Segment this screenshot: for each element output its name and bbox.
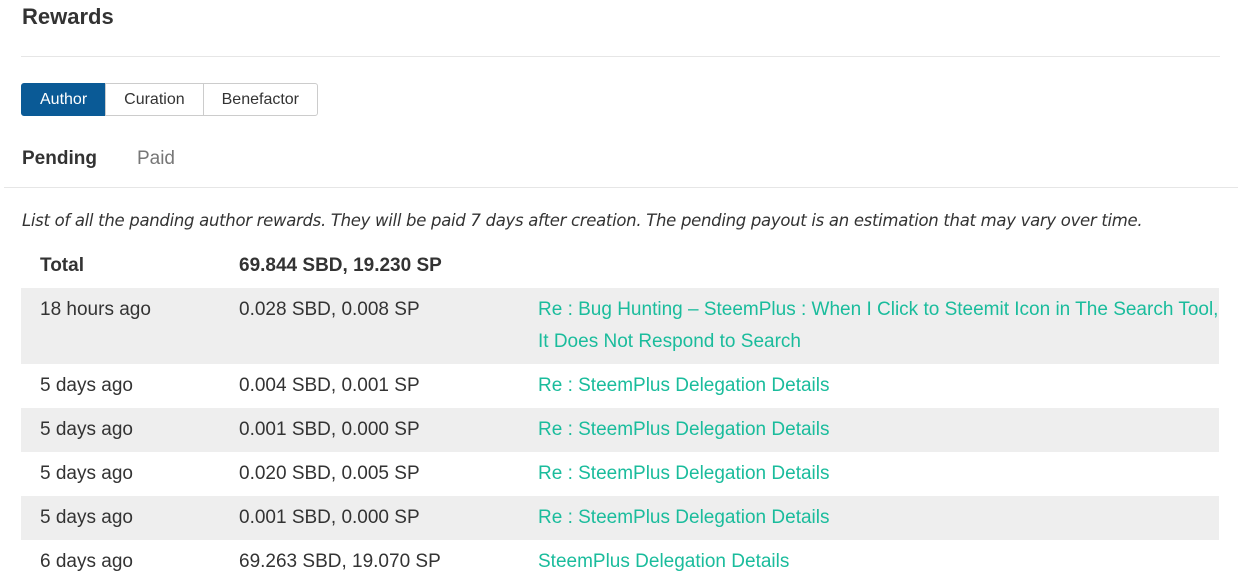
tab-pending[interactable]: Pending [22,146,97,172]
tab-paid[interactable]: Paid [137,146,175,172]
title-divider [21,56,1220,57]
total-row: Total 69.844 SBD, 19.230 SP [21,244,1219,288]
reward-amount: 0.001 SBD, 0.000 SP [239,507,420,528]
post-link[interactable]: Re : Bug Hunting – SteemPlus : When I Cl… [538,299,1218,352]
tab-curation[interactable]: Curation [105,83,204,116]
post-link[interactable]: Re : SteemPlus Delegation Details [538,375,829,396]
page-title: Rewards [22,4,114,29]
total-label: Total [40,255,84,276]
total-empty-cell [519,244,1219,288]
reward-amount: 0.001 SBD, 0.000 SP [239,419,420,440]
post-link[interactable]: Re : SteemPlus Delegation Details [538,507,829,528]
tab-benefactor[interactable]: Benefactor [202,83,319,116]
post-link[interactable]: Re : SteemPlus Delegation Details [538,419,829,440]
table-row: 5 days ago 0.020 SBD, 0.005 SP Re : Stee… [21,452,1219,496]
post-link[interactable]: SteemPlus Delegation Details [538,551,789,572]
reward-time: 6 days ago [40,551,133,572]
reward-amount: 0.020 SBD, 0.005 SP [239,463,420,484]
reward-time: 18 hours ago [40,299,151,320]
status-tabs: Pending Paid [22,146,215,172]
table-row: 18 hours ago 0.028 SBD, 0.008 SP Re : Bu… [21,288,1219,364]
total-value: 69.844 SBD, 19.230 SP [239,255,442,276]
reward-time: 5 days ago [40,375,133,396]
rewards-table: Total 69.844 SBD, 19.230 SP 18 hours ago… [21,244,1219,584]
reward-amount: 69.263 SBD, 19.070 SP [239,551,441,572]
reward-type-tabs: Author Curation Benefactor [21,83,319,116]
reward-time: 5 days ago [40,419,133,440]
reward-amount: 0.004 SBD, 0.001 SP [239,375,420,396]
post-link[interactable]: Re : SteemPlus Delegation Details [538,463,829,484]
status-tabs-divider [4,187,1238,188]
tab-author[interactable]: Author [21,83,107,116]
reward-amount: 0.028 SBD, 0.008 SP [239,299,420,320]
table-row: 5 days ago 0.001 SBD, 0.000 SP Re : Stee… [21,496,1219,540]
reward-time: 5 days ago [40,507,133,528]
reward-time: 5 days ago [40,463,133,484]
rewards-page: Rewards Author Curation Benefactor Pendi… [0,0,1238,584]
table-row: 6 days ago 69.263 SBD, 19.070 SP SteemPl… [21,540,1219,584]
table-row: 5 days ago 0.004 SBD, 0.001 SP Re : Stee… [21,364,1219,408]
pending-description: List of all the panding author rewards. … [22,211,1143,230]
table-row: 5 days ago 0.001 SBD, 0.000 SP Re : Stee… [21,408,1219,452]
